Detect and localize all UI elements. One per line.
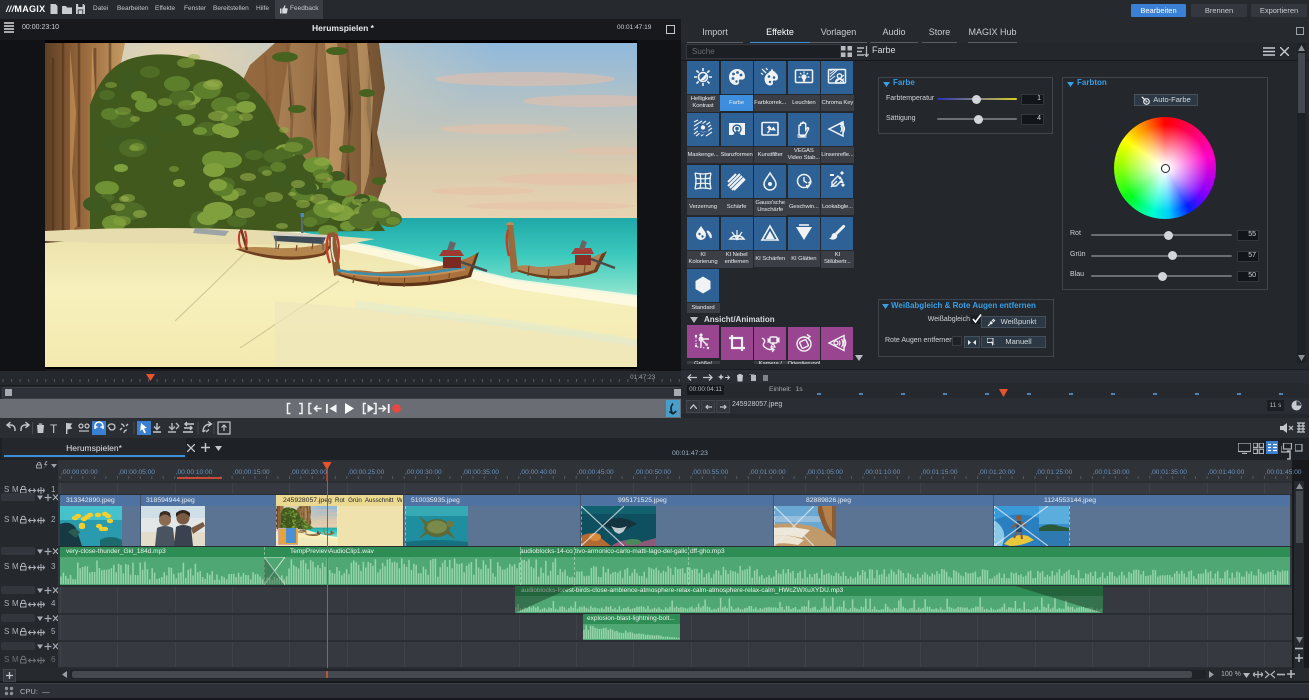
svg-text:4: 4 bbox=[51, 599, 56, 608]
svg-text:S: S bbox=[4, 655, 9, 664]
svg-text:S: S bbox=[4, 562, 9, 571]
svg-text:5: 5 bbox=[51, 627, 56, 636]
svg-text:T: T bbox=[50, 422, 58, 436]
svg-text:S: S bbox=[4, 599, 9, 608]
svg-text:6: 6 bbox=[51, 655, 56, 664]
svg-text:M: M bbox=[12, 655, 19, 664]
svg-text:M: M bbox=[12, 562, 19, 571]
svg-text:M: M bbox=[12, 599, 19, 608]
svg-text:S: S bbox=[4, 627, 9, 636]
svg-text:3: 3 bbox=[51, 562, 56, 571]
svg-text:S: S bbox=[4, 515, 9, 524]
svg-text:M: M bbox=[12, 627, 19, 636]
svg-text:2: 2 bbox=[51, 515, 56, 524]
svg-text:M: M bbox=[12, 515, 19, 524]
